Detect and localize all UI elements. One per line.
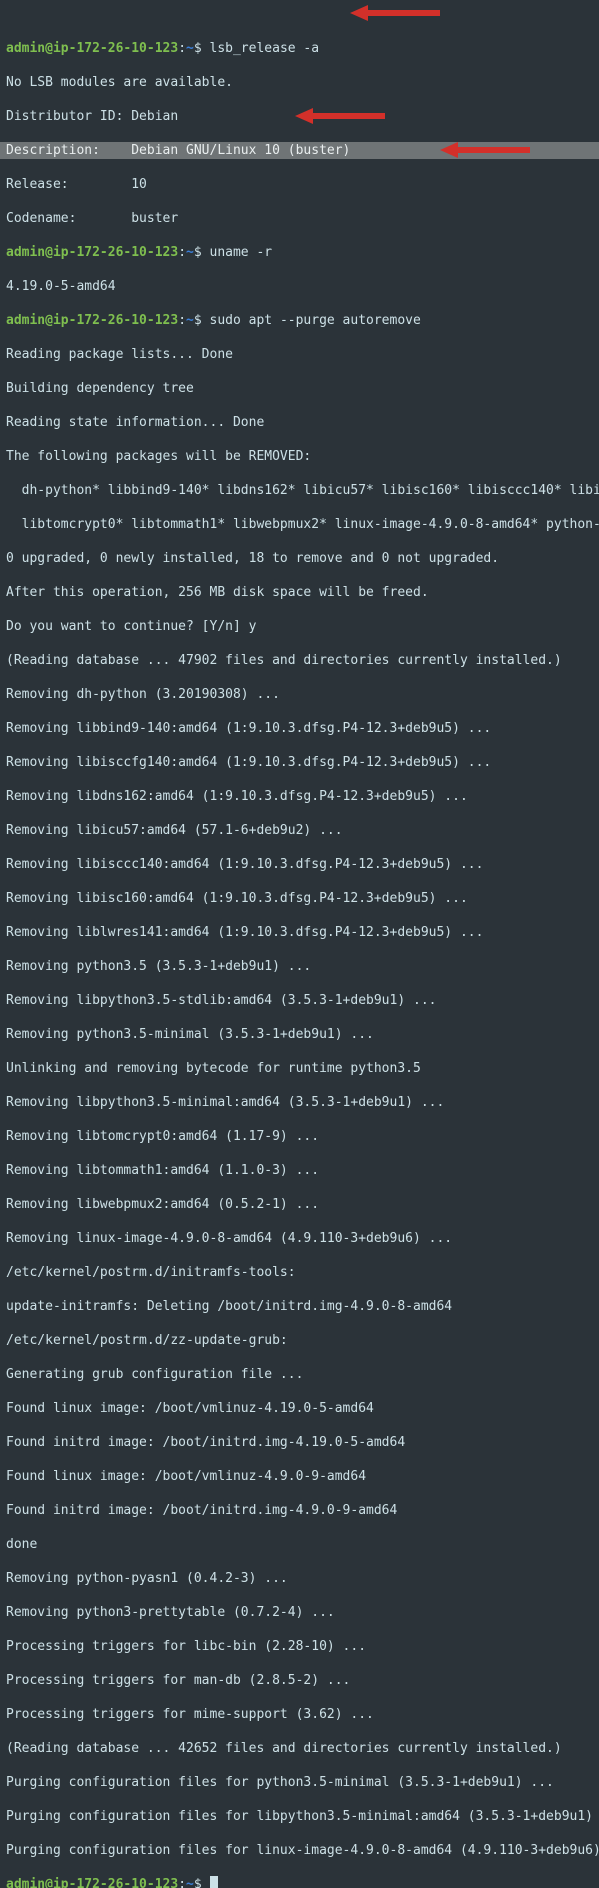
output-line: Purging configuration files for libpytho…	[6, 1808, 599, 1825]
output-line: Removing libicu57:amd64 (57.1-6+deb9u2) …	[6, 822, 599, 839]
command-lsb: lsb_release -a	[210, 41, 320, 56]
output-line: Removing libdns162:amd64 (1:9.10.3.dfsg.…	[6, 788, 599, 805]
command-text	[202, 41, 210, 56]
output-line: (Reading database ... 42652 files and di…	[6, 1740, 599, 1757]
output-line: Removing python3-prettytable (0.7.2-4) .…	[6, 1604, 599, 1621]
output-line: Removing libbind9-140:amd64 (1:9.10.3.df…	[6, 720, 599, 737]
output-line: Removing libwebpmux2:amd64 (0.5.2-1) ...	[6, 1196, 599, 1213]
output-line: Purging configuration files for linux-im…	[6, 1842, 599, 1859]
prompt-line-4[interactable]: admin@ip-172-26-10-123:~$	[6, 1876, 599, 1888]
prompt-line-1[interactable]: admin@ip-172-26-10-123:~$ lsb_release -a	[6, 40, 599, 57]
output-line: Removing libisc160:amd64 (1:9.10.3.dfsg.…	[6, 890, 599, 907]
command-uname: uname -r	[210, 245, 273, 260]
output-line: Removing libisccfg140:amd64 (1:9.10.3.df…	[6, 754, 599, 771]
output-line: Processing triggers for libc-bin (2.28-1…	[6, 1638, 599, 1655]
output-line: Found linux image: /boot/vmlinuz-4.9.0-9…	[6, 1468, 599, 1485]
prompt-sep: :	[178, 41, 186, 56]
prompt-line-2[interactable]: admin@ip-172-26-10-123:~$ uname -r	[6, 244, 599, 261]
output-line: Removing linux-image-4.9.0-8-amd64 (4.9.…	[6, 1230, 599, 1247]
output-line: done	[6, 1536, 599, 1553]
output-line: Release: 10	[6, 176, 599, 193]
output-line: Removing python-pyasn1 (0.4.2-3) ...	[6, 1570, 599, 1587]
output-line: 0 upgraded, 0 newly installed, 18 to rem…	[6, 550, 599, 567]
output-line: The following packages will be REMOVED:	[6, 448, 599, 465]
prompt-sigil: $	[194, 41, 202, 56]
output-line: Processing triggers for mime-support (3.…	[6, 1706, 599, 1723]
output-line: update-initramfs: Deleting /boot/initrd.…	[6, 1298, 599, 1315]
output-line: Found initrd image: /boot/initrd.img-4.9…	[6, 1502, 599, 1519]
prompt-userhost: admin@ip-172-26-10-123	[6, 41, 178, 56]
output-line: Reading state information... Done	[6, 414, 599, 431]
output-line: Found linux image: /boot/vmlinuz-4.19.0-…	[6, 1400, 599, 1417]
terminal-window[interactable]: admin@ip-172-26-10-123:~$ lsb_release -a…	[0, 0, 599, 1888]
output-line: No LSB modules are available.	[6, 74, 599, 91]
annotation-arrow-icon	[350, 5, 440, 21]
output-line: Removing libtommath1:amd64 (1.1.0-3) ...	[6, 1162, 599, 1179]
output-line: Removing dh-python (3.20190308) ...	[6, 686, 599, 703]
output-line: Do you want to continue? [Y/n] y	[6, 618, 599, 635]
output-line: Distributor ID: Debian	[6, 108, 599, 125]
output-line: Processing triggers for man-db (2.8.5-2)…	[6, 1672, 599, 1689]
output-line: 4.19.0-5-amd64	[6, 278, 599, 295]
output-line: Removing libpython3.5-minimal:amd64 (3.5…	[6, 1094, 599, 1111]
output-line: Removing python3.5-minimal (3.5.3-1+deb9…	[6, 1026, 599, 1043]
output-line: Found initrd image: /boot/initrd.img-4.1…	[6, 1434, 599, 1451]
output-highlight-line: Description: Debian GNU/Linux 10 (buster…	[0, 142, 599, 159]
command-apt: sudo apt --purge autoremove	[210, 313, 421, 328]
output-line: Removing python3.5 (3.5.3-1+deb9u1) ...	[6, 958, 599, 975]
output-line: After this operation, 256 MB disk space …	[6, 584, 599, 601]
prompt-path: ~	[186, 41, 194, 56]
output-line: (Reading database ... 47902 files and di…	[6, 652, 599, 669]
output-line: /etc/kernel/postrm.d/initramfs-tools:	[6, 1264, 599, 1281]
output-line: libtomcrypt0* libtommath1* libwebpmux2* …	[6, 516, 599, 533]
output-line: dh-python* libbind9-140* libdns162* libi…	[6, 482, 599, 499]
output-line: Removing libtomcrypt0:amd64 (1.17-9) ...	[6, 1128, 599, 1145]
output-line: /etc/kernel/postrm.d/zz-update-grub:	[6, 1332, 599, 1349]
output-line: Removing libisccc140:amd64 (1:9.10.3.dfs…	[6, 856, 599, 873]
cursor-icon	[210, 1876, 218, 1888]
output-line: Reading package lists... Done	[6, 346, 599, 363]
output-line: Unlinking and removing bytecode for runt…	[6, 1060, 599, 1077]
output-line: Removing libpython3.5-stdlib:amd64 (3.5.…	[6, 992, 599, 1009]
output-line: Purging configuration files for python3.…	[6, 1774, 599, 1791]
output-line: Codename: buster	[6, 210, 599, 227]
output-line: Generating grub configuration file ...	[6, 1366, 599, 1383]
output-line: Removing liblwres141:amd64 (1:9.10.3.dfs…	[6, 924, 599, 941]
output-line: Building dependency tree	[6, 380, 599, 397]
prompt-line-3[interactable]: admin@ip-172-26-10-123:~$ sudo apt --pur…	[6, 312, 599, 329]
